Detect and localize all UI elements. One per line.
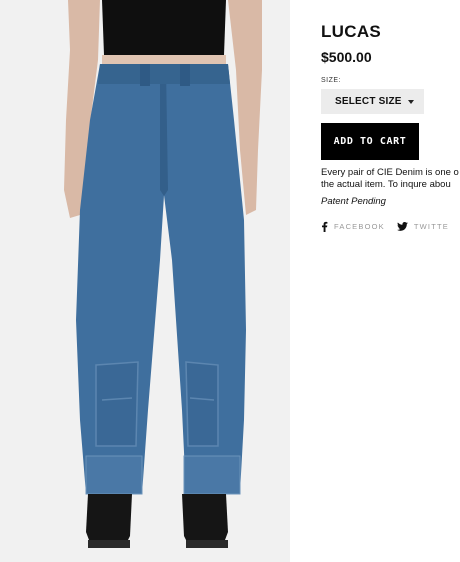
share-twitter-link[interactable]: TWITTE xyxy=(396,222,449,231)
twitter-icon xyxy=(396,222,408,231)
description-line-2: the actual item. To inqure abou xyxy=(321,179,451,190)
size-select-dropdown[interactable]: SELECT SIZE xyxy=(321,89,424,114)
size-label: SIZE: xyxy=(321,77,342,84)
chevron-down-icon xyxy=(408,99,414,104)
product-price: $500.00 xyxy=(321,49,372,65)
share-links: FACEBOOK TWITTE xyxy=(321,221,460,232)
twitter-label: TWITTE xyxy=(413,222,449,231)
description-line-1: Every pair of CIE Denim is one o xyxy=(321,167,459,178)
facebook-icon xyxy=(322,221,328,232)
facebook-label: FACEBOOK xyxy=(334,222,385,231)
add-to-cart-button[interactable]: ADD TO CART xyxy=(321,123,419,160)
product-photo xyxy=(0,0,290,562)
product-info-panel: LUCAS $500.00 SIZE: SELECT SIZE ADD TO C… xyxy=(321,20,460,232)
patent-note: Patent Pending xyxy=(321,196,386,207)
product-title: LUCAS xyxy=(321,22,382,41)
share-facebook-link[interactable]: FACEBOOK xyxy=(321,221,385,232)
size-select-label: SELECT SIZE xyxy=(335,96,402,107)
product-description: Every pair of CIE Denim is one o the act… xyxy=(321,167,460,191)
jeans-back-view-image xyxy=(0,0,290,562)
